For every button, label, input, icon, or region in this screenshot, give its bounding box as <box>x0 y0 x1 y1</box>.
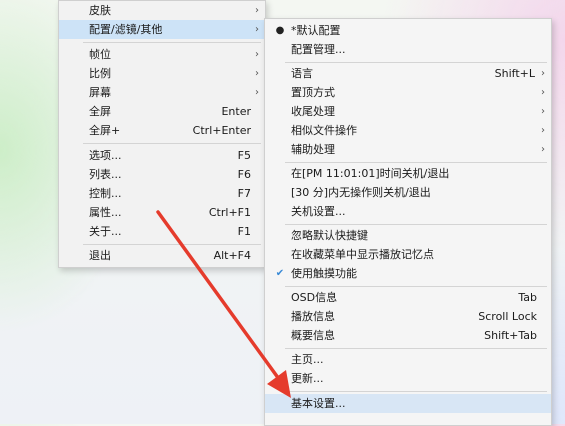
annotation-arrow <box>156 210 291 398</box>
